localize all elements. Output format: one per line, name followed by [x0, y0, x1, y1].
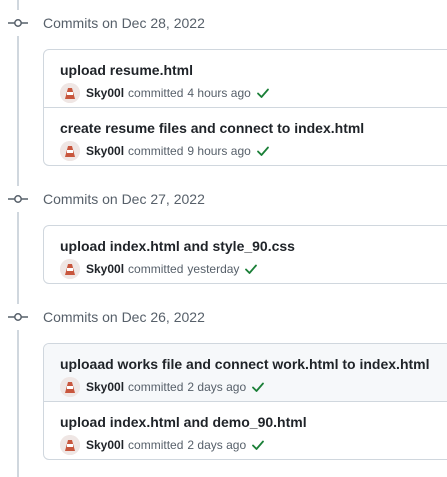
commit-group-header: Commits on Dec 26, 2022	[0, 304, 447, 330]
commit-meta: Sky00l committed 4 hours ago	[60, 83, 271, 103]
commit-row[interactable]: create resume files and connect to index…	[44, 108, 447, 165]
author-link[interactable]: Sky00l	[86, 144, 124, 158]
commit-row[interactable]: uploaad works file and connect work.html…	[44, 344, 447, 402]
commit-row[interactable]: upload index.html and demo_90.html Sky00…	[44, 402, 447, 459]
commit-row[interactable]: upload index.html and style_90.css Sky00…	[44, 226, 447, 283]
committed-label: committed	[128, 380, 184, 394]
commit-message-link[interactable]: create resume files and connect to index…	[60, 120, 364, 136]
commit-group-title: Commits on Dec 26, 2022	[43, 309, 205, 325]
author-link[interactable]: Sky00l	[86, 262, 124, 276]
commit-message-link[interactable]: upload resume.html	[60, 62, 193, 78]
committed-label: committed	[128, 262, 184, 276]
commit-group-title: Commits on Dec 27, 2022	[43, 191, 205, 207]
committed-label: committed	[128, 86, 184, 100]
commit-list: upload resume.html Sky00l committed 4 ho…	[43, 49, 447, 166]
commit-time: yesterday	[187, 262, 240, 276]
avatar[interactable]	[60, 435, 80, 455]
git-commit-icon	[8, 191, 28, 207]
timeline-line	[17, 0, 19, 477]
check-icon[interactable]	[250, 379, 266, 395]
check-icon[interactable]	[250, 437, 266, 453]
commit-meta: Sky00l committed 2 days ago	[60, 435, 266, 455]
avatar[interactable]	[60, 259, 80, 279]
check-icon[interactable]	[255, 85, 271, 101]
check-icon[interactable]	[243, 261, 259, 277]
commit-meta: Sky00l committed yesterday	[60, 259, 259, 279]
author-link[interactable]: Sky00l	[86, 380, 124, 394]
author-link[interactable]: Sky00l	[86, 438, 124, 452]
commit-row[interactable]: upload resume.html Sky00l committed 4 ho…	[44, 50, 447, 108]
commit-time: 9 hours ago	[187, 144, 251, 158]
git-commit-icon	[8, 15, 28, 31]
avatar[interactable]	[60, 141, 80, 161]
commit-meta: Sky00l committed 2 days ago	[60, 377, 266, 397]
commit-list: uploaad works file and connect work.html…	[43, 343, 447, 460]
commit-time: 4 hours ago	[187, 86, 251, 100]
commit-group-header: Commits on Dec 28, 2022	[0, 10, 447, 36]
commit-meta: Sky00l committed 9 hours ago	[60, 141, 271, 161]
avatar[interactable]	[60, 377, 80, 397]
commit-group-title: Commits on Dec 28, 2022	[43, 15, 205, 31]
git-commit-icon	[8, 309, 28, 325]
author-link[interactable]: Sky00l	[86, 86, 124, 100]
commit-group-header: Commits on Dec 27, 2022	[0, 186, 447, 212]
commit-message-link[interactable]: uploaad works file and connect work.html…	[60, 356, 430, 372]
commit-time: 2 days ago	[187, 380, 247, 394]
commit-time: 2 days ago	[187, 438, 247, 452]
check-icon[interactable]	[255, 143, 271, 159]
commit-message-link[interactable]: upload index.html and style_90.css	[60, 238, 295, 254]
commit-message-link[interactable]: upload index.html and demo_90.html	[60, 414, 307, 430]
committed-label: committed	[128, 144, 184, 158]
avatar[interactable]	[60, 83, 80, 103]
commit-history: Commits on Dec 28, 2022 upload resume.ht…	[0, 0, 447, 477]
commit-list: upload index.html and style_90.css Sky00…	[43, 225, 447, 284]
committed-label: committed	[128, 438, 184, 452]
